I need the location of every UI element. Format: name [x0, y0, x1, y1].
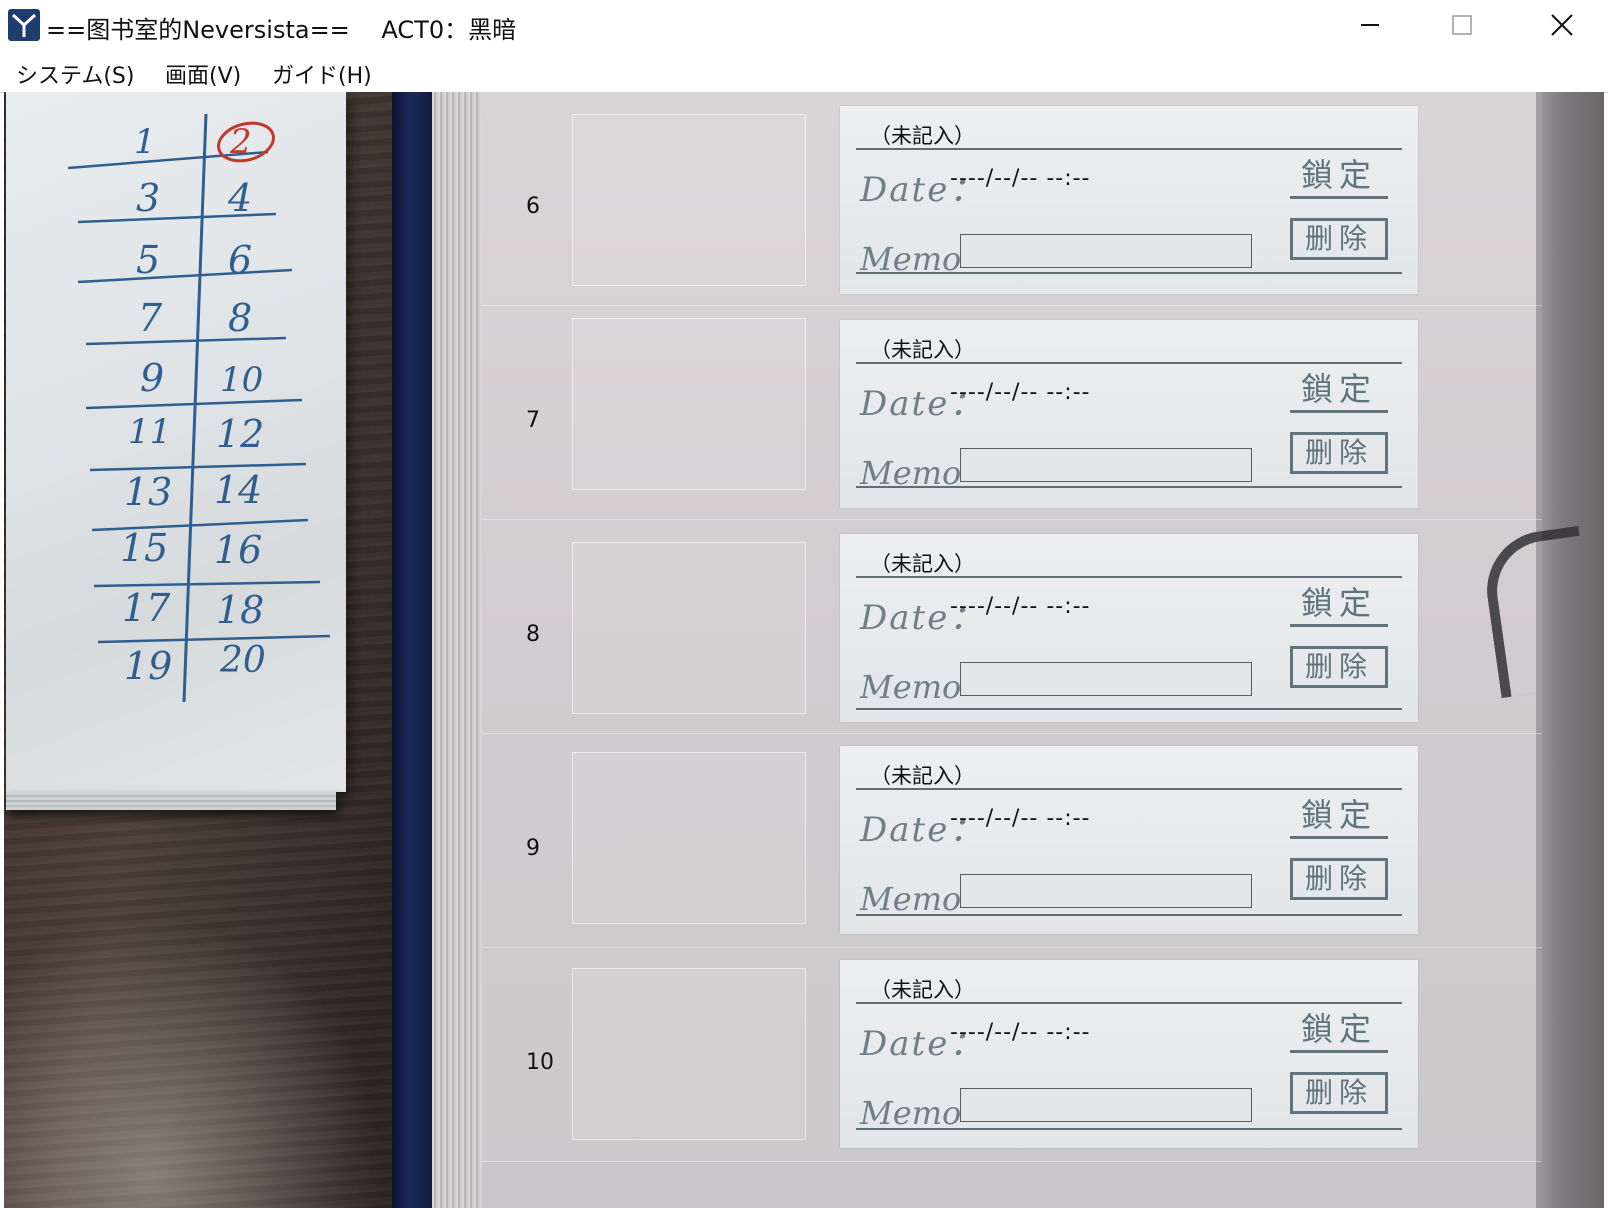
slot-date: ----/--/-- --:--	[950, 806, 1091, 831]
memo-input[interactable]	[960, 662, 1252, 696]
card-divider	[856, 362, 1402, 364]
slot-info-card: （未記入） Date： ----/--/-- --:-- Memo 鎖定 删除	[840, 320, 1418, 508]
memo-input[interactable]	[960, 874, 1252, 908]
save-slot[interactable]: 10 （未記入） Date： ----/--/-- --:-- Memo 鎖定 …	[482, 948, 1542, 1162]
memo-input[interactable]	[960, 234, 1252, 268]
card-divider	[856, 708, 1402, 710]
delete-button[interactable]: 删除	[1290, 858, 1388, 900]
slot-thumbnail[interactable]	[572, 752, 806, 924]
card-divider	[856, 1002, 1402, 1004]
menu-screen[interactable]: 画面(V)	[165, 58, 241, 90]
notepad-number-9[interactable]: 9	[140, 356, 164, 400]
notepad-number-5[interactable]: 5	[136, 238, 160, 282]
maximize-button[interactable]	[1416, 0, 1508, 50]
slot-info-card: （未記入） Date： ----/--/-- --:-- Memo 鎖定 删除	[840, 960, 1418, 1148]
notepad-grid	[67, 113, 331, 703]
card-divider	[856, 914, 1402, 916]
slot-info-card: （未記入） Date： ----/--/-- --:-- Memo 鎖定 删除	[840, 106, 1418, 294]
lock-button[interactable]: 鎖定	[1290, 368, 1388, 413]
memo-label: Memo	[860, 668, 962, 706]
card-divider	[856, 788, 1402, 790]
card-divider	[856, 148, 1402, 150]
slot-date: ----/--/-- --:--	[950, 1020, 1091, 1045]
notepad-number-2[interactable]: 2	[230, 122, 252, 162]
slot-info-card: （未記入） Date： ----/--/-- --:-- Memo 鎖定 删除	[840, 746, 1418, 934]
title-bar: ==图书室的Neversista== ACT0：黑暗	[0, 0, 1608, 52]
slot-number: 10	[526, 1050, 554, 1075]
slot-number: 6	[526, 194, 540, 219]
menu-guide[interactable]: ガイド(H)	[272, 58, 372, 90]
card-divider	[856, 1128, 1402, 1130]
lock-button[interactable]: 鎖定	[1290, 1008, 1388, 1053]
minimize-button[interactable]	[1324, 0, 1416, 50]
app-icon	[8, 9, 40, 41]
slot-number: 7	[526, 408, 540, 433]
notepad-number-7[interactable]: 7	[138, 296, 162, 340]
notepad-number-16[interactable]: 16	[214, 528, 262, 572]
maximize-icon	[1452, 15, 1472, 35]
lock-button[interactable]: 鎖定	[1290, 794, 1388, 839]
notepad-number-3[interactable]: 3	[136, 176, 160, 220]
slot-title: （未記入）	[870, 124, 975, 148]
slot-number: 8	[526, 622, 540, 647]
notepad-number-1[interactable]: 1	[134, 122, 156, 162]
slot-date: ----/--/-- --:--	[950, 380, 1091, 405]
slot-title: （未記入）	[870, 552, 975, 576]
slot-thumbnail[interactable]	[572, 968, 806, 1140]
notepad-number-13[interactable]: 13	[124, 470, 172, 514]
lock-button[interactable]: 鎖定	[1290, 582, 1388, 627]
notepad-number-10[interactable]: 10	[220, 360, 263, 400]
slot-date: ----/--/-- --:--	[950, 166, 1091, 191]
notepad-number-19[interactable]: 19	[124, 644, 172, 688]
notepad-number-15[interactable]: 15	[120, 526, 168, 570]
card-divider	[856, 272, 1402, 274]
slot-info-card: （未記入） Date： ----/--/-- --:-- Memo 鎖定 删除	[840, 534, 1418, 722]
close-icon	[1551, 14, 1573, 36]
binder-spine	[392, 92, 432, 1208]
notepad-number-14[interactable]: 14	[214, 468, 262, 512]
save-slot[interactable]: 6 （未記入） Date： ----/--/-- --:-- Memo 鎖定 删…	[482, 92, 1542, 306]
menu-system[interactable]: システム(S)	[16, 58, 134, 90]
notepad-number-6[interactable]: 6	[228, 238, 252, 282]
slot-thumbnail[interactable]	[572, 114, 806, 286]
slot-title: （未記入）	[870, 338, 975, 362]
page-index-notepad: 1 2 3 4 5 6 7 8 9 10 11 12 13 14 15 16 1…	[6, 92, 346, 792]
notepad-number-4[interactable]: 4	[228, 176, 252, 220]
slot-date: ----/--/-- --:--	[950, 594, 1091, 619]
memo-input[interactable]	[960, 1088, 1252, 1122]
minimize-icon	[1361, 24, 1379, 26]
delete-button[interactable]: 删除	[1290, 432, 1388, 474]
save-slot[interactable]: 8 （未記入） Date： ----/--/-- --:-- Memo 鎖定 删…	[482, 520, 1542, 734]
notepad-number-11[interactable]: 11	[128, 412, 171, 452]
memo-input[interactable]	[960, 448, 1252, 482]
memo-label: Memo	[860, 1094, 962, 1132]
notepad-number-12[interactable]: 12	[216, 412, 264, 456]
notepad-number-18[interactable]: 18	[216, 588, 264, 632]
slot-title: （未記入）	[870, 978, 975, 1002]
close-button[interactable]	[1516, 0, 1608, 50]
notepad-number-8[interactable]: 8	[228, 296, 252, 340]
memo-label: Memo	[860, 880, 962, 918]
card-divider	[856, 576, 1402, 578]
delete-button[interactable]: 删除	[1290, 646, 1388, 688]
delete-button[interactable]: 删除	[1290, 1072, 1388, 1114]
window-title: ==图书室的Neversista== ACT0：黑暗	[46, 16, 517, 44]
lock-button[interactable]: 鎖定	[1290, 154, 1388, 199]
save-slot[interactable]: 9 （未記入） Date： ----/--/-- --:-- Memo 鎖定 删…	[482, 734, 1542, 948]
binder-page-stack	[432, 92, 484, 1208]
notepad-page-edges	[6, 792, 336, 810]
notepad-number-17[interactable]: 17	[122, 586, 170, 630]
desk-light	[4, 872, 424, 1208]
card-divider	[856, 486, 1402, 488]
slot-number: 9	[526, 836, 540, 861]
delete-button[interactable]: 删除	[1290, 218, 1388, 260]
slot-thumbnail[interactable]	[572, 542, 806, 714]
notepad-number-20[interactable]: 20	[220, 640, 266, 681]
slot-title: （未記入）	[870, 764, 975, 788]
game-viewport: 1 2 3 4 5 6 7 8 9 10 11 12 13 14 15 16 1…	[4, 92, 1604, 1208]
menu-bar: システム(S) 画面(V) ガイド(H)	[0, 52, 1608, 93]
slot-thumbnail[interactable]	[572, 318, 806, 490]
save-slot[interactable]: 7 （未記入） Date： ----/--/-- --:-- Memo 鎖定 删…	[482, 306, 1542, 520]
